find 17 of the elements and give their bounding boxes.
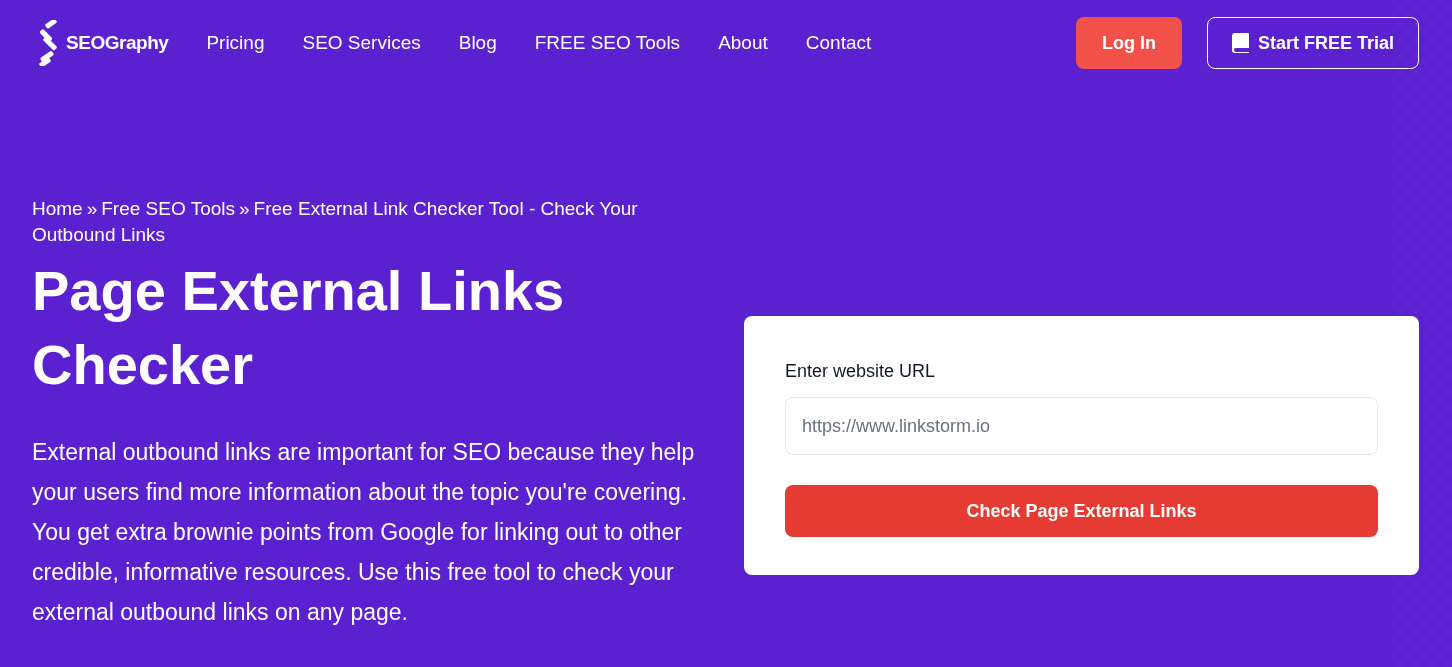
- breadcrumb-link[interactable]: Free SEO Tools: [101, 198, 236, 219]
- breadcrumb-link[interactable]: Home: [32, 198, 83, 219]
- nav-link[interactable]: Pricing: [206, 28, 265, 58]
- book-icon: [1231, 33, 1250, 53]
- url-input-field[interactable]: https://www.linkstorm.io: [785, 397, 1378, 455]
- description-text: External outbound links are important for SEO because they help your users find more information about the topic you're covering. You get extra brownie points from Google for linking out to other credible, informative resources. Use this free tool to check your external outbound links on any page.: [32, 438, 696, 627]
- page-title: Page External Links Checker: [32, 258, 566, 398]
- nav-link[interactable]: About: [718, 28, 768, 58]
- nav-link[interactable]: Blog: [458, 28, 497, 58]
- nav-link[interactable]: SEO Services: [302, 28, 421, 58]
- url-label: Enter website URL: [785, 360, 937, 383]
- breadcrumb: Home » Free SEO Tools » Free External Link Checker Tool - Check Your Outbound Links: [32, 197, 639, 247]
- trial-button[interactable]: Start FREE Trial: [1206, 17, 1419, 69]
- nav-link[interactable]: Contact: [805, 28, 872, 58]
- nav-link[interactable]: FREE SEO Tools: [534, 28, 681, 58]
- logo-text[interactable]: SEOGraphy: [66, 28, 169, 58]
- check-links-button[interactable]: Check Page External Links: [785, 485, 1378, 537]
